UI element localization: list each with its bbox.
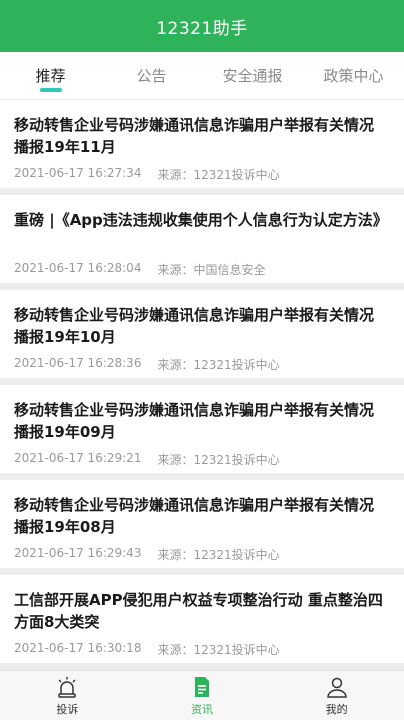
article-meta: 2021-06-17 16:29:43 来源：12321投诉中心 — [14, 546, 388, 563]
article-source: 来源：12321投诉中心 — [157, 453, 280, 467]
alarm-icon — [58, 676, 77, 698]
tab-policy-center[interactable]: 政策中心 — [303, 52, 404, 99]
article-title: 移动转售企业号码涉嫌通讯信息诈骗用户举报有关情况播报19年11月 — [14, 116, 375, 156]
tab-security-bulletin[interactable]: 安全通报 — [202, 52, 303, 99]
list-item[interactable]: 移动转售企业号码涉嫌通讯信息诈骗用户举报有关情况播报19年10月 2021-06… — [0, 290, 404, 378]
list-item[interactable]: 工信部开展APP侵犯用户权益专项整治行动 重点整治四方面8大类突 2021-06… — [0, 575, 404, 663]
list-item[interactable]: 移动转售企业号码涉嫌通讯信息诈骗用户举报有关情况播报19年09月 2021-06… — [0, 385, 404, 473]
list-item[interactable]: 移动转售企业号码涉嫌通讯信息诈骗用户举报有关情况播报19年11月 2021-06… — [0, 100, 404, 188]
nav-label: 资讯 — [191, 702, 213, 716]
article-title: 移动转售企业号码涉嫌通讯信息诈骗用户举报有关情况播报19年08月 — [14, 496, 375, 536]
app-header: 12321助手 — [0, 0, 404, 52]
article-time: 2021-06-17 16:29:21 — [14, 451, 142, 465]
article-source: 来源：中国信息安全 — [157, 263, 266, 277]
article-source: 来源：12321投诉中心 — [157, 168, 280, 182]
article-meta: 2021-06-17 16:28:36 来源：12321投诉中心 — [14, 356, 388, 373]
article-time: 2021-06-17 16:28:36 — [14, 356, 142, 370]
article-title: 重磅 |《App违法违规收集使用个人信息行为认定方法》 — [14, 211, 388, 229]
article-source: 来源：12321投诉中心 — [157, 643, 280, 657]
tab-label: 公告 — [136, 67, 167, 85]
tab-label: 政策中心 — [323, 67, 384, 85]
nav-news[interactable]: 资讯 — [135, 671, 270, 720]
nav-complaint[interactable]: 投诉 — [0, 671, 135, 720]
user-icon — [326, 677, 347, 698]
article-source: 来源：12321投诉中心 — [157, 548, 280, 562]
tab-active-indicator — [39, 88, 62, 92]
article-meta: 2021-06-17 16:28:04 来源：中国信息安全 — [14, 261, 388, 278]
article-title: 移动转售企业号码涉嫌通讯信息诈骗用户举报有关情况播报19年10月 — [14, 306, 375, 346]
tab-label: 安全通报 — [222, 67, 283, 85]
article-title: 移动转售企业号码涉嫌通讯信息诈骗用户举报有关情况播报19年09月 — [14, 401, 375, 441]
tab-recommend[interactable]: 推荐 — [0, 52, 101, 99]
article-time: 2021-06-17 16:29:43 — [14, 546, 142, 560]
article-meta: 2021-06-17 16:30:18 来源：12321投诉中心 — [14, 641, 388, 658]
nav-profile[interactable]: 我的 — [269, 671, 404, 720]
bottom-nav: 投诉 资讯 我的 — [0, 670, 404, 720]
nav-label: 投诉 — [56, 702, 79, 716]
tab-label: 推荐 — [35, 67, 66, 85]
article-meta: 2021-06-17 16:29:21 来源：12321投诉中心 — [14, 451, 388, 468]
tab-announcement[interactable]: 公告 — [101, 52, 202, 99]
article-list[interactable]: 移动转售企业号码涉嫌通讯信息诈骗用户举报有关情况播报19年11月 2021-06… — [0, 100, 404, 670]
list-item[interactable]: 移动转售企业号码涉嫌通讯信息诈骗用户举报有关情况播报19年08月 2021-06… — [0, 480, 404, 568]
list-item[interactable]: 重磅 |《App违法违规收集使用个人信息行为认定方法》 2021-06-17 1… — [0, 195, 404, 283]
page-title: 12321助手 — [156, 18, 248, 39]
document-icon — [195, 676, 209, 697]
article-time: 2021-06-17 16:30:18 — [14, 641, 142, 655]
article-title: 工信部开展APP侵犯用户权益专项整治行动 重点整治四方面8大类突 — [14, 591, 383, 631]
article-meta: 2021-06-17 16:27:34 来源：12321投诉中心 — [14, 166, 388, 183]
nav-label: 我的 — [325, 702, 348, 716]
article-source: 来源：12321投诉中心 — [157, 358, 280, 372]
article-time: 2021-06-17 16:28:04 — [14, 261, 142, 275]
tab-bar: 推荐 公告 安全通报 政策中心 — [0, 52, 404, 100]
article-time: 2021-06-17 16:27:34 — [14, 166, 142, 180]
